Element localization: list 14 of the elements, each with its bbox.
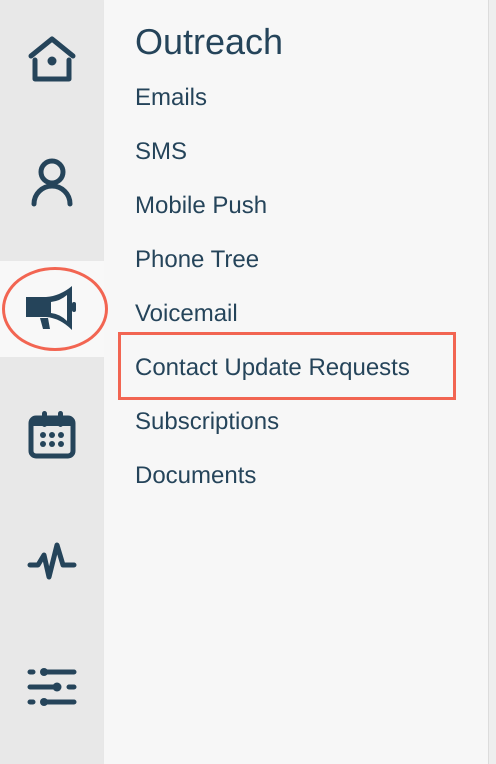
menu-link[interactable]: Phone Tree bbox=[135, 246, 260, 274]
menu-link[interactable]: Subscriptions bbox=[135, 408, 280, 436]
rail-megaphone-button[interactable] bbox=[0, 261, 104, 357]
menu-link[interactable]: SMS bbox=[135, 138, 188, 166]
menu-link[interactable]: Mobile Push bbox=[135, 192, 268, 220]
pulse-icon bbox=[27, 541, 77, 581]
person-icon bbox=[30, 158, 74, 208]
menu-link[interactable]: Documents bbox=[135, 462, 256, 490]
menu-link[interactable]: Contact Update Requests bbox=[135, 354, 410, 382]
menu-link[interactable]: Emails bbox=[135, 84, 208, 112]
menu-title: Outreach bbox=[135, 20, 284, 64]
sliders-icon bbox=[27, 665, 77, 709]
menu-link[interactable]: Voicemail bbox=[135, 300, 238, 328]
calendar-icon bbox=[27, 410, 77, 460]
